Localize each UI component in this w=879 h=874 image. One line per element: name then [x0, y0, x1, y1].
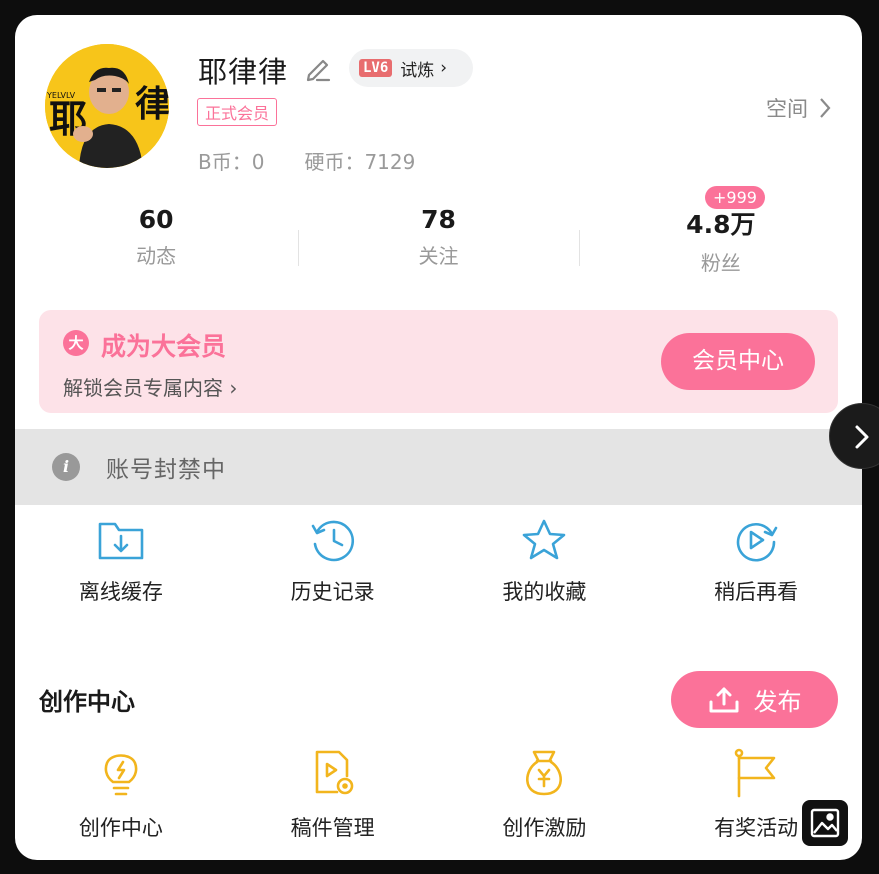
upload-icon [709, 687, 738, 712]
stat-posts[interactable]: 60 动态 [15, 205, 297, 285]
creator-label: 创作激励 [502, 816, 587, 840]
space-label: 空间 [766, 97, 808, 121]
chevron-right-icon: › [229, 376, 238, 400]
avatar-text-right: 律 [135, 84, 169, 125]
creator-center[interactable]: 创作中心 [15, 748, 227, 842]
manuscript-icon [315, 750, 353, 795]
avatar-text-small: YELVLV [46, 91, 76, 100]
vip-icon: 大 [63, 330, 89, 356]
level-pill[interactable]: LV6 试炼 › [349, 49, 473, 87]
stats-row: 60 动态 78 关注 4.8万 粉丝 [15, 205, 862, 285]
image-icon [810, 808, 840, 838]
space-link[interactable]: 空间 [766, 93, 832, 123]
creator-label: 稿件管理 [290, 816, 375, 840]
member-tag: 正式会员 [197, 98, 278, 126]
vip-banner[interactable]: 大 成为大会员 解锁会员专属内容 › 会员中心 [39, 310, 838, 413]
ban-text: 账号封禁中 [106, 457, 226, 483]
quick-actions: 离线缓存 历史记录 我的收藏 稍后再看 [15, 518, 862, 606]
history-icon [311, 520, 354, 562]
info-icon: i [52, 453, 80, 481]
stat-value: 4.8万 [686, 210, 756, 239]
edit-icon[interactable] [303, 53, 333, 83]
profile-card: 耶 律 YELVLV 耶律律 LV6 试炼 › 正式会员 B币：0 硬币：712… [15, 15, 862, 860]
creator-label: 创作中心 [78, 816, 163, 840]
chevron-right-icon: › [440, 58, 448, 78]
stat-label: 粉丝 [700, 251, 741, 275]
creator-actions: 创作中心 稿件管理 创作激励 有奖活动 [15, 748, 862, 842]
stat-value: 60 [138, 205, 174, 234]
stat-followers[interactable]: 4.8万 粉丝 [580, 205, 862, 285]
quick-label: 我的收藏 [502, 580, 587, 604]
download-folder-icon [98, 522, 144, 560]
avatar[interactable]: 耶 律 YELVLV [45, 44, 169, 168]
username: 耶律律 [198, 55, 289, 89]
creator-manuscripts[interactable]: 稿件管理 [227, 748, 439, 842]
stat-value: 78 [421, 205, 456, 234]
vip-center-button[interactable]: 会员中心 [661, 333, 815, 390]
publish-button[interactable]: 发布 [671, 671, 838, 728]
flag-icon [734, 748, 776, 798]
quick-favorites[interactable]: 我的收藏 [439, 518, 651, 606]
level-text: 试炼 [400, 60, 435, 81]
bcoin-count: B币：0 [198, 150, 265, 174]
quick-watch-later[interactable]: 稍后再看 [650, 518, 862, 606]
lightbulb-icon [104, 754, 138, 796]
quick-history[interactable]: 历史记录 [227, 518, 439, 606]
image-viewer-button[interactable] [802, 800, 848, 846]
quick-label: 历史记录 [290, 580, 375, 604]
new-followers-badge: +999 [705, 186, 765, 209]
star-icon [523, 519, 566, 560]
chevron-right-icon [820, 98, 831, 118]
stat-label: 关注 [418, 244, 459, 268]
divider [579, 230, 580, 266]
divider [298, 230, 299, 266]
quick-offline-cache[interactable]: 离线缓存 [15, 518, 227, 606]
vip-title: 成为大会员 [101, 332, 227, 361]
coin-info: B币：0 硬币：7129 [198, 146, 415, 175]
stat-label: 动态 [136, 244, 177, 268]
quick-label: 离线缓存 [78, 580, 163, 604]
next-page-button[interactable] [829, 403, 879, 469]
money-bag-icon [526, 750, 563, 796]
hardcoin-count: 硬币：7129 [304, 150, 416, 174]
chevron-right-icon [855, 425, 869, 449]
vip-subtitle-text: 解锁会员专属内容 [63, 376, 223, 400]
level-badge: LV6 [359, 59, 393, 77]
watch-later-icon [736, 522, 778, 562]
quick-label: 稍后再看 [714, 580, 799, 604]
ban-notice: i 账号封禁中 [15, 429, 862, 505]
vip-subtitle[interactable]: 解锁会员专属内容 › [63, 372, 237, 401]
creator-incentives[interactable]: 创作激励 [439, 748, 651, 842]
publish-label: 发布 [753, 688, 802, 716]
stat-following[interactable]: 78 关注 [297, 205, 579, 285]
creator-section-title: 创作中心 [39, 688, 135, 716]
